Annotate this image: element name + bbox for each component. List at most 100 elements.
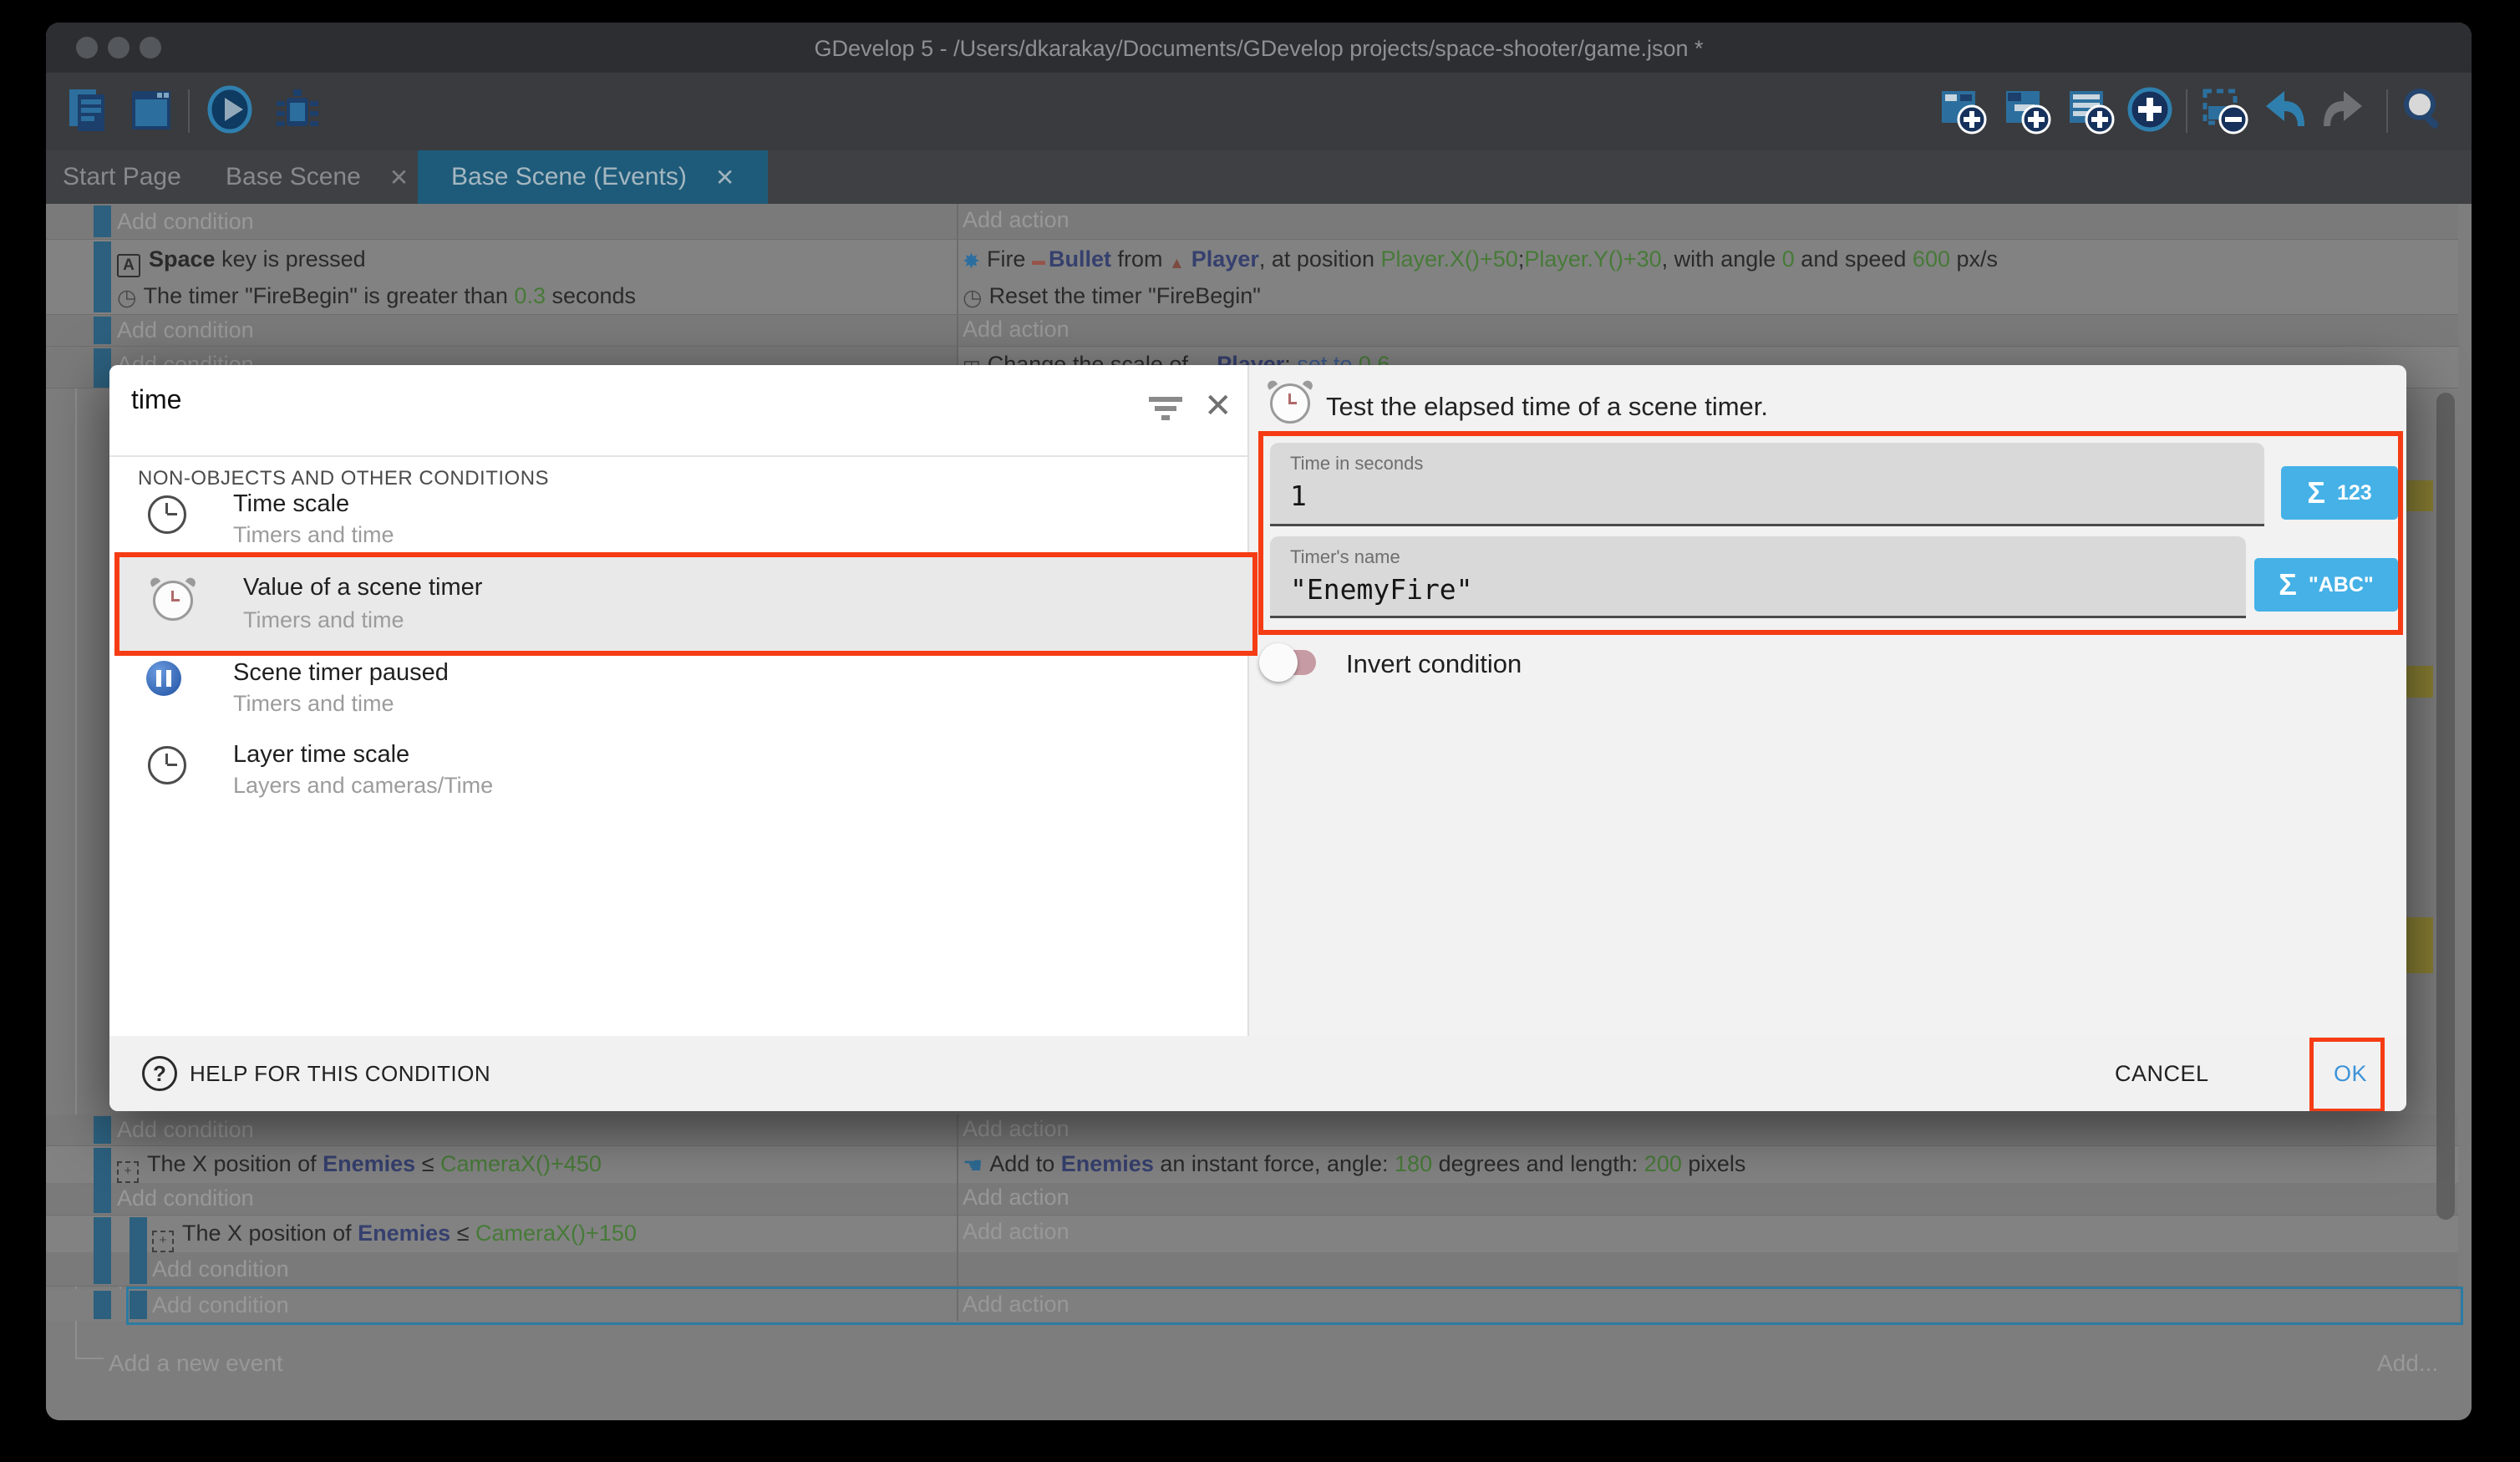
add-subevent-icon[interactable]	[2001, 84, 2053, 136]
field-label: Timer's name	[1290, 546, 1400, 568]
alarm-timer-icon	[1270, 383, 1310, 424]
close-tab-icon[interactable]: ✕	[715, 164, 734, 191]
add-action-link[interactable]: Add action	[963, 317, 1069, 343]
add-condition-link[interactable]: Add condition	[117, 317, 254, 343]
project-manager-icon[interactable]	[63, 84, 114, 136]
event-row[interactable]: +The X position of Enemies ≤ CameraX()+4…	[46, 1146, 2458, 1183]
close-icon[interactable]: ✕	[1204, 387, 1232, 425]
sigma-icon: Σ	[2307, 475, 2325, 510]
field-value: "EnemyFire"	[1290, 573, 1473, 606]
item-subtitle: Timers and time	[233, 691, 394, 717]
filter-icon[interactable]	[1149, 397, 1186, 425]
item-title: Scene timer paused	[233, 659, 449, 687]
timer-name-field[interactable]: Timer's name "EnemyFire"	[1270, 536, 2246, 618]
position-icon: +	[152, 1231, 174, 1252]
add-more-link[interactable]: Add...	[2377, 1350, 2438, 1377]
add-condition-link[interactable]: Add condition	[117, 1185, 254, 1211]
highlighted-row-fragment	[2406, 480, 2433, 511]
dialog-footer: ? HELP FOR THIS CONDITION CANCEL OK	[109, 1036, 2406, 1111]
add-condition-link[interactable]: Add condition	[117, 1117, 254, 1143]
window-title: GDevelop 5 - /Users/dkarakay/Documents/G…	[46, 36, 2472, 62]
timer-paused-icon	[146, 661, 181, 696]
highlighted-row-fragment	[2406, 666, 2433, 698]
event-row: Add condition Add action	[46, 204, 2458, 240]
condition-text[interactable]: +The X position of Enemies ≤ CameraX()+1…	[152, 1221, 637, 1252]
add-condition-link[interactable]: Add condition	[117, 209, 254, 235]
main-toolbar	[46, 73, 2472, 150]
condition-description: Test the elapsed time of a scene timer.	[1326, 392, 1768, 422]
sigma-icon: Σ	[2279, 567, 2297, 602]
invert-condition-toggle[interactable]	[1266, 650, 1316, 675]
item-subtitle: Layers and cameras/Time	[233, 773, 493, 799]
tab-label: Base Scene (Events)	[451, 163, 687, 191]
undo-icon[interactable]	[2258, 84, 2309, 136]
cancel-button[interactable]: CANCEL	[2115, 1061, 2209, 1087]
debug-icon[interactable]	[272, 84, 323, 136]
tab-bar: Start Page Base Scene ✕ Base Scene (Even…	[46, 150, 2472, 204]
string-expression-editor-button[interactable]: Σ "ABC"	[2254, 558, 2398, 612]
item-title: Time scale	[233, 490, 349, 518]
condition-text[interactable]: ◷The timer "FireBegin" is greater than 0…	[117, 283, 636, 311]
condition-text[interactable]: +The X position of Enemies ≤ CameraX()+4…	[117, 1151, 602, 1183]
clock-icon	[148, 746, 186, 784]
condition-item-layer-time-scale[interactable]: Layer time scale Layers and cameras/Time	[109, 736, 1247, 803]
highlighted-row-fragment	[2406, 917, 2433, 973]
add-comment-icon[interactable]	[2065, 84, 2116, 136]
event-row[interactable]: ASpace key is pressed ◷The timer "FireBe…	[46, 240, 2458, 315]
condition-item-value-of-scene-timer[interactable]: Value of a scene timer Timers and time	[114, 552, 1257, 656]
close-tab-icon[interactable]: ✕	[389, 164, 409, 191]
sub-event-row: Add condition	[46, 1252, 2458, 1287]
action-text[interactable]: ✸Fire ▬Bullet from ▲Player, at position …	[963, 246, 1998, 274]
tab-label: Base Scene	[226, 163, 361, 191]
field-label: Time in seconds	[1290, 453, 1423, 475]
time-in-seconds-field[interactable]: Time in seconds 1	[1270, 443, 2264, 526]
event-row: Add condition Add action	[46, 315, 2458, 347]
add-action-link[interactable]: Add action	[963, 1116, 1069, 1142]
tab-start-page[interactable]: Start Page	[63, 150, 181, 204]
toggle-thumb	[1259, 643, 1298, 682]
add-event-icon[interactable]	[1937, 84, 1989, 136]
clock-icon	[148, 495, 186, 534]
expression-editor-button[interactable]: Σ 123	[2281, 466, 2398, 520]
event-row: Add condition Add action	[46, 1183, 2458, 1216]
tree-guide	[75, 1358, 104, 1359]
play-icon[interactable]	[205, 84, 257, 136]
condition-item-time-scale[interactable]: Time scale Timers and time	[109, 485, 1247, 552]
action-text[interactable]: ☚Add to Enemies an instant force, angle:…	[963, 1151, 1745, 1179]
help-button[interactable]: HELP FOR THIS CONDITION	[190, 1061, 490, 1087]
search-input[interactable]	[130, 383, 1052, 416]
redo-icon[interactable]	[2319, 84, 2370, 136]
add-more-events-icon[interactable]	[2125, 84, 2177, 136]
add-condition-link[interactable]: Add condition	[152, 1256, 289, 1282]
toolbar-divider	[188, 89, 190, 133]
bullet-icon: ▬	[1032, 254, 1045, 269]
field-value: 1	[1290, 480, 1307, 512]
vertical-scrollbar[interactable]	[2436, 393, 2455, 1220]
tab-base-scene[interactable]: Base Scene ✕	[226, 150, 409, 204]
tab-base-scene-events[interactable]: Base Scene (Events) ✕	[418, 150, 768, 204]
delete-event-icon[interactable]	[2198, 84, 2250, 136]
keyboard-icon: A	[117, 254, 140, 277]
scene-editor-icon[interactable]	[125, 84, 177, 136]
search-header: ✕	[109, 365, 1247, 457]
add-action-link[interactable]: Add action	[963, 207, 1069, 233]
timer-icon: ◷	[117, 285, 137, 311]
condition-text[interactable]: ASpace key is pressed	[117, 246, 366, 277]
action-text[interactable]: ◷Reset the timer "FireBegin"	[963, 283, 1261, 311]
add-new-event-link[interactable]: Add a new event	[109, 1350, 283, 1377]
help-icon[interactable]: ?	[142, 1056, 177, 1091]
item-title: Layer time scale	[233, 741, 409, 769]
title-bar: GDevelop 5 - /Users/dkarakay/Documents/G…	[46, 23, 2472, 73]
alarm-timer-icon	[153, 581, 193, 621]
sub-event-row[interactable]: +The X position of Enemies ≤ CameraX()+1…	[46, 1216, 2458, 1252]
toolbar-divider	[2186, 89, 2187, 133]
timer-icon: ◷	[963, 285, 983, 311]
add-action-link[interactable]: Add action	[963, 1219, 1069, 1245]
search-icon[interactable]	[2398, 84, 2450, 136]
hand-icon: ☚	[963, 1153, 983, 1179]
condition-item-scene-timer-paused[interactable]: Scene timer paused Timers and time	[109, 654, 1247, 721]
add-action-link[interactable]: Add action	[963, 1185, 1069, 1211]
button-label: 123	[2337, 481, 2372, 505]
invert-condition-label: Invert condition	[1346, 649, 1522, 679]
toolbar-divider	[2386, 89, 2388, 133]
